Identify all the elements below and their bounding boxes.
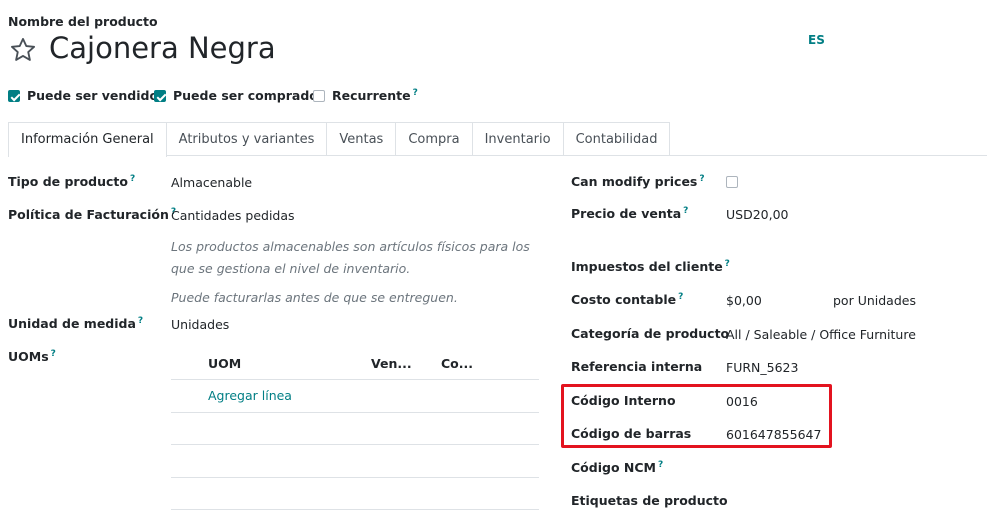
uom-label: Unidad de medida?: [8, 316, 144, 332]
help-icon[interactable]: ?: [413, 88, 418, 98]
help-icon[interactable]: ?: [678, 292, 683, 302]
ncm-code-label: Código NCM?: [571, 460, 664, 476]
cost-input[interactable]: $0,00: [726, 293, 762, 308]
cost-uom-text: por Unidades: [833, 293, 916, 308]
product-name-input[interactable]: Cajonera Negra: [49, 31, 276, 65]
tab-inventory[interactable]: Inventario: [472, 122, 564, 155]
help-icon[interactable]: ?: [725, 259, 730, 269]
table-row-divider: [171, 379, 539, 380]
sale-price-input[interactable]: USD20,00: [726, 207, 789, 222]
purchase-ok-label[interactable]: Puede ser comprado: [173, 88, 318, 103]
uoms-column-purchase[interactable]: Co...: [441, 356, 473, 371]
internal-reference-label: Referencia interna: [571, 359, 703, 374]
sale-ok-label[interactable]: Puede ser vendido: [27, 88, 158, 103]
favorite-star-icon[interactable]: [8, 36, 38, 64]
help-icon[interactable]: ?: [130, 174, 135, 184]
invoice-policy-label: Política de Facturación?: [8, 207, 177, 223]
recurring-checkbox[interactable]: [313, 90, 325, 102]
notebook-tabs: Información General Atributos y variante…: [8, 122, 671, 157]
highlight-box: [561, 384, 832, 448]
product-type-select[interactable]: Almacenable: [171, 175, 252, 190]
table-row: [171, 412, 539, 413]
product-category-label: Categoría de producto: [571, 326, 730, 341]
help-icon[interactable]: ?: [51, 349, 56, 359]
product-tags-label: Etiquetas de producto: [571, 493, 728, 508]
table-row: [171, 444, 539, 445]
help-icon[interactable]: ?: [699, 174, 704, 184]
table-row: [171, 509, 539, 510]
help-icon[interactable]: ?: [683, 206, 688, 216]
internal-reference-input[interactable]: FURN_5623: [726, 360, 798, 375]
language-button[interactable]: ES: [808, 33, 825, 47]
cost-label: Costo contable?: [571, 292, 684, 308]
recurring-label[interactable]: Recurrente?: [332, 88, 418, 103]
tab-sales[interactable]: Ventas: [327, 122, 397, 155]
sale-ok-checkbox[interactable]: [8, 90, 20, 102]
help-icon[interactable]: ?: [138, 316, 143, 326]
customer-taxes-label: Impuestos del cliente?: [571, 259, 730, 275]
sale-price-label: Precio de venta?: [571, 206, 689, 222]
product-type-label: Tipo de producto?: [8, 174, 136, 190]
uoms-column-sale[interactable]: Ven...: [371, 356, 412, 371]
can-modify-prices-checkbox[interactable]: [726, 176, 738, 188]
product-category-select[interactable]: All / Saleable / Office Furniture: [726, 327, 916, 342]
add-line-link[interactable]: Agregar línea: [208, 388, 292, 403]
product-type-hint: Los productos almacenables son artículos…: [171, 239, 530, 276]
tab-attributes-variants[interactable]: Atributos y variantes: [166, 122, 328, 155]
table-row: [171, 477, 539, 478]
invoice-policy-hint: Puede facturarlas antes de que se entreg…: [171, 290, 458, 305]
product-name-label: Nombre del producto: [8, 14, 158, 29]
uoms-column-uom[interactable]: UOM: [208, 356, 241, 371]
tab-general-info[interactable]: Información General: [8, 122, 167, 157]
uoms-label: UOMs?: [8, 349, 56, 365]
can-modify-prices-label: Can modify prices?: [571, 174, 705, 190]
tab-purchase[interactable]: Compra: [396, 122, 473, 155]
help-icon[interactable]: ?: [658, 460, 663, 470]
uom-select[interactable]: Unidades: [171, 317, 229, 332]
tab-accounting[interactable]: Contabilidad: [563, 122, 671, 155]
invoice-policy-select[interactable]: Cantidades pedidas: [171, 208, 295, 223]
purchase-ok-checkbox[interactable]: [154, 90, 166, 102]
